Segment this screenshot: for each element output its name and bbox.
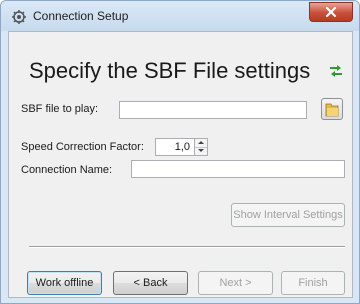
finish-button[interactable]: Finish <box>281 271 345 295</box>
connection-setup-window: Connection Setup Specify the SBF File se… <box>0 0 360 304</box>
connection-name-label: Connection Name: <box>21 164 113 176</box>
next-button[interactable]: Next > <box>198 271 273 295</box>
speed-correction-label: Speed Correction Factor: <box>21 141 144 153</box>
connection-name-input[interactable] <box>131 160 345 178</box>
back-button[interactable]: < Back <box>113 271 188 295</box>
page-title: Specify the SBF File settings <box>29 58 311 83</box>
folder-icon <box>325 103 339 117</box>
work-offline-button[interactable]: Work offline <box>27 271 102 295</box>
gear-icon <box>11 9 27 25</box>
spin-down-button[interactable] <box>195 147 207 155</box>
browse-folder-button[interactable] <box>321 98 343 120</box>
window-title: Connection Setup <box>33 9 129 23</box>
separator <box>29 246 345 248</box>
speed-correction-spinner <box>195 138 208 156</box>
close-button[interactable] <box>309 2 353 22</box>
sbf-file-label: SBF file to play: <box>21 103 99 115</box>
close-icon <box>325 7 337 17</box>
show-interval-settings-button[interactable]: Show Interval Settings <box>231 203 345 227</box>
title-bar[interactable]: Connection Setup <box>1 1 359 31</box>
dialog-content: Specify the SBF File settings SBF file t… <box>8 31 353 298</box>
swap-arrows-icon[interactable] <box>329 64 343 81</box>
speed-correction-input[interactable]: 1,0 <box>155 138 195 156</box>
sbf-file-input[interactable] <box>119 101 307 119</box>
